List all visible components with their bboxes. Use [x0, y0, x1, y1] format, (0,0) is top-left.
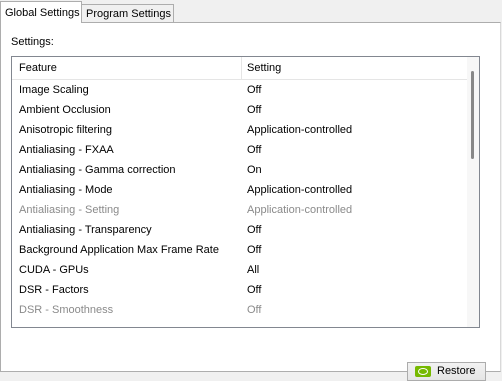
vertical-scrollbar[interactable]: [467, 57, 479, 327]
table-row[interactable]: Antialiasing - Mode Application-controlle…: [12, 180, 468, 200]
tab-strip: Global Settings Program Settings: [0, 0, 502, 23]
list-header: Feature Setting: [12, 57, 468, 80]
column-header-feature[interactable]: Feature: [19, 62, 57, 74]
table-row[interactable]: CUDA - GPUs All: [12, 260, 468, 280]
feature-cell: Antialiasing - Setting: [19, 204, 120, 216]
settings-label: Settings:: [11, 36, 54, 48]
list-rows: Image Scaling Off Ambient Occlusion Off Anis…: [12, 80, 468, 320]
feature-cell: Antialiasing - Transparency: [19, 224, 152, 236]
scroll-thumb[interactable]: [471, 71, 474, 159]
setting-cell[interactable]: Off: [247, 220, 261, 240]
table-row[interactable]: Background Application Max Frame Rate Off: [12, 240, 468, 260]
setting-cell[interactable]: All: [247, 260, 259, 280]
table-row[interactable]: DSR - Factors Off: [12, 280, 468, 300]
feature-cell: Antialiasing - Mode: [19, 184, 113, 196]
tab-program-settings[interactable]: Program Settings: [82, 4, 174, 23]
table-row[interactable]: Image Scaling Off: [12, 80, 468, 100]
feature-cell: Background Application Max Frame Rate: [19, 244, 219, 256]
setting-cell[interactable]: Off: [247, 280, 261, 300]
table-row[interactable]: Antialiasing - Transparency Off: [12, 220, 468, 240]
table-row[interactable]: Antialiasing - Gamma correction On: [12, 160, 468, 180]
table-row[interactable]: Antialiasing - Setting Application-contro…: [12, 200, 468, 220]
feature-cell: Antialiasing - FXAA: [19, 144, 114, 156]
setting-cell[interactable]: Off: [247, 240, 261, 260]
column-header-setting[interactable]: Setting: [247, 62, 281, 74]
feature-cell: Anisotropic filtering: [19, 124, 112, 136]
table-row[interactable]: Antialiasing - FXAA Off: [12, 140, 468, 160]
feature-cell: DSR - Smoothness: [19, 304, 114, 316]
setting-cell[interactable]: Off: [247, 140, 261, 160]
setting-cell[interactable]: On: [247, 160, 262, 180]
restore-label: Restore: [437, 365, 476, 377]
restore-button[interactable]: Restore: [407, 362, 486, 381]
feature-cell: Image Scaling: [19, 84, 89, 96]
setting-cell[interactable]: Off: [247, 100, 261, 120]
setting-cell[interactable]: Application-controlled: [247, 180, 352, 200]
table-row[interactable]: DSR - Smoothness Off: [12, 300, 468, 320]
table-row[interactable]: Ambient Occlusion Off: [12, 100, 468, 120]
feature-cell: DSR - Factors: [19, 284, 89, 296]
setting-cell[interactable]: Off: [247, 300, 261, 320]
tab-global-settings[interactable]: Global Settings: [0, 1, 82, 23]
feature-cell: Ambient Occlusion: [19, 104, 111, 116]
feature-cell: CUDA - GPUs: [19, 264, 89, 276]
settings-panel: Settings: Feature Setting Image Scaling O…: [0, 22, 501, 381]
nvidia-logo-icon: [415, 366, 431, 377]
feature-cell: Antialiasing - Gamma correction: [19, 164, 176, 176]
setting-cell[interactable]: Application-controlled: [247, 200, 352, 220]
setting-cell[interactable]: Off: [247, 80, 261, 100]
table-row[interactable]: Anisotropic filtering Application-control…: [12, 120, 468, 140]
column-divider[interactable]: [241, 57, 242, 79]
setting-cell[interactable]: Application-controlled: [247, 120, 352, 140]
settings-list[interactable]: Feature Setting Image Scaling Off Ambient …: [11, 56, 480, 328]
